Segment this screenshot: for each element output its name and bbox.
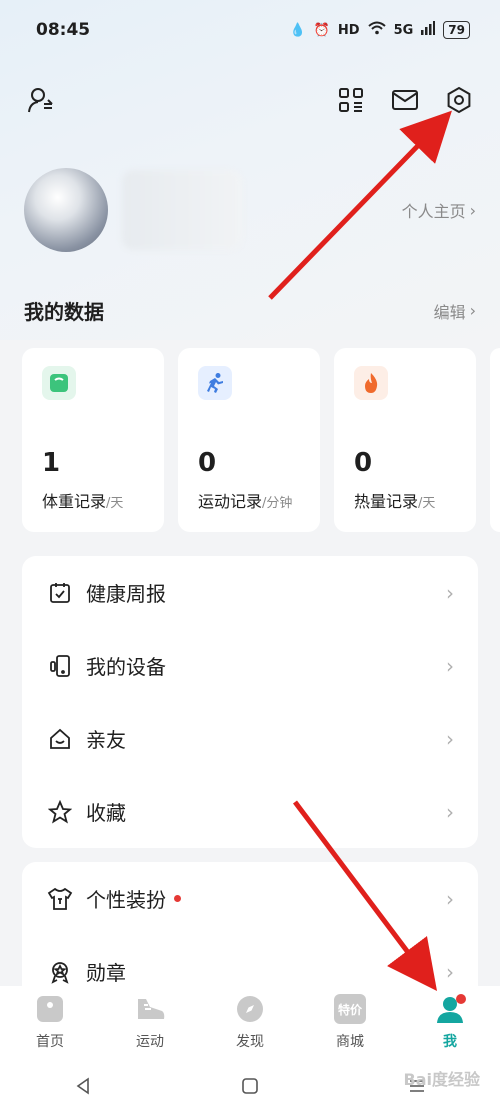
card-unit: /天 xyxy=(106,496,124,511)
profile-section: 个人主页 › xyxy=(24,168,476,252)
qr-code-icon[interactable] xyxy=(334,83,368,117)
menu-item-health-report[interactable]: 健康周报 › xyxy=(22,556,478,629)
calendar-check-icon xyxy=(46,579,74,607)
tab-me[interactable]: 我 xyxy=(410,993,490,1051)
tab-discover[interactable]: 发现 xyxy=(210,993,290,1051)
menu-item-favorites[interactable]: 收藏 › xyxy=(22,775,478,848)
new-badge-dot xyxy=(174,895,181,902)
edit-button[interactable]: 编辑 › xyxy=(434,299,476,323)
personal-homepage-link[interactable]: 个人主页 › xyxy=(402,198,476,222)
status-time: 08:45 xyxy=(36,20,91,40)
home-smile-icon xyxy=(46,725,74,753)
shoe-tab-icon xyxy=(134,993,166,1025)
data-card-weight[interactable]: 1 体重记录/天 xyxy=(22,348,164,532)
compass-tab-icon xyxy=(234,993,266,1025)
star-icon xyxy=(46,798,74,826)
personal-homepage-label: 个人主页 xyxy=(401,202,466,221)
tab-label: 商城 xyxy=(336,1034,364,1050)
water-drop-icon: 💧 xyxy=(289,22,306,38)
mail-icon[interactable] xyxy=(388,83,422,117)
menu-item-dress-up[interactable]: 个性装扮 › xyxy=(22,862,478,935)
menu-label: 亲友 xyxy=(86,728,126,752)
chevron-right-icon: › xyxy=(446,580,454,605)
card-value: 0 xyxy=(354,448,373,478)
menu-item-my-devices[interactable]: 我的设备 › xyxy=(22,629,478,702)
hd-icon: HD xyxy=(337,22,360,38)
home-button-icon[interactable] xyxy=(241,1077,259,1099)
edit-label: 编辑 xyxy=(433,302,466,322)
running-icon xyxy=(198,366,232,400)
card-value: 1 xyxy=(42,448,61,478)
menu-label: 收藏 xyxy=(86,801,126,825)
home-tab-icon xyxy=(34,993,66,1025)
bottom-tab-bar: 首页 运动 发现 特价 商城 我 xyxy=(0,986,500,1058)
wifi-icon xyxy=(367,21,386,39)
me-tab-icon xyxy=(434,993,466,1025)
data-card-exercise[interactable]: 0 运动记录/分钟 xyxy=(178,348,320,532)
settings-icon[interactable] xyxy=(442,83,476,117)
chevron-right-icon: › xyxy=(446,886,454,911)
card-unit: /分钟 xyxy=(262,496,293,511)
tab-sport[interactable]: 运动 xyxy=(110,993,190,1051)
card-label: 热量记录 xyxy=(354,492,419,511)
data-card-partial xyxy=(490,348,500,532)
top-action-bar xyxy=(24,80,476,120)
status-bar: 08:45 💧 ⏰ HD 5G 79 xyxy=(0,0,500,60)
chevron-right-icon: › xyxy=(446,653,454,678)
data-card-calories[interactable]: 0 热量记录/天 xyxy=(334,348,476,532)
data-cards: 1 体重记录/天 0 运动记录/分钟 0 热量记录/天 xyxy=(22,348,500,532)
tab-label: 首页 xyxy=(36,1034,64,1050)
network-label: 5G xyxy=(393,22,414,38)
my-data-header: 我的数据 编辑 › xyxy=(24,296,476,325)
chevron-right-icon: › xyxy=(446,726,454,751)
signal-icon xyxy=(421,21,436,39)
watermark: Bai度经验 xyxy=(403,1070,480,1089)
menu-label: 个性装扮 xyxy=(86,888,166,912)
device-icon xyxy=(46,652,74,680)
shop-tab-icon: 特价 xyxy=(334,993,366,1025)
chevron-right-icon: › xyxy=(469,301,476,320)
menu-label: 勋章 xyxy=(86,961,126,985)
alarm-icon: ⏰ xyxy=(313,22,330,38)
avatar[interactable] xyxy=(24,168,108,252)
tab-label: 发现 xyxy=(236,1034,264,1050)
tab-shop[interactable]: 特价 商城 xyxy=(310,993,390,1051)
chevron-right-icon: › xyxy=(469,200,476,220)
weight-scale-icon xyxy=(42,366,76,400)
tab-home[interactable]: 首页 xyxy=(10,993,90,1051)
chevron-right-icon: › xyxy=(446,959,454,984)
card-value: 0 xyxy=(198,448,217,478)
section-title: 我的数据 xyxy=(24,300,104,324)
username-blurred xyxy=(122,170,242,250)
tab-label: 我 xyxy=(443,1034,457,1050)
chevron-right-icon: › xyxy=(446,799,454,824)
card-label: 体重记录 xyxy=(42,492,107,511)
tab-label: 运动 xyxy=(136,1034,164,1050)
flame-icon xyxy=(354,366,388,400)
medal-icon xyxy=(46,958,74,986)
tshirt-icon xyxy=(46,885,74,913)
card-label: 运动记录 xyxy=(198,492,263,511)
menu-label: 健康周报 xyxy=(86,582,166,606)
menu-group-1: 健康周报 › 我的设备 › 亲友 › 收藏 › xyxy=(22,556,478,848)
switch-account-icon[interactable] xyxy=(24,83,58,117)
shop-tab-icon-text: 特价 xyxy=(334,994,366,1024)
menu-item-family[interactable]: 亲友 › xyxy=(22,702,478,775)
card-unit: /天 xyxy=(418,496,436,511)
battery-indicator: 79 xyxy=(443,21,470,39)
menu-label: 我的设备 xyxy=(86,655,166,679)
back-icon[interactable] xyxy=(74,1077,92,1099)
